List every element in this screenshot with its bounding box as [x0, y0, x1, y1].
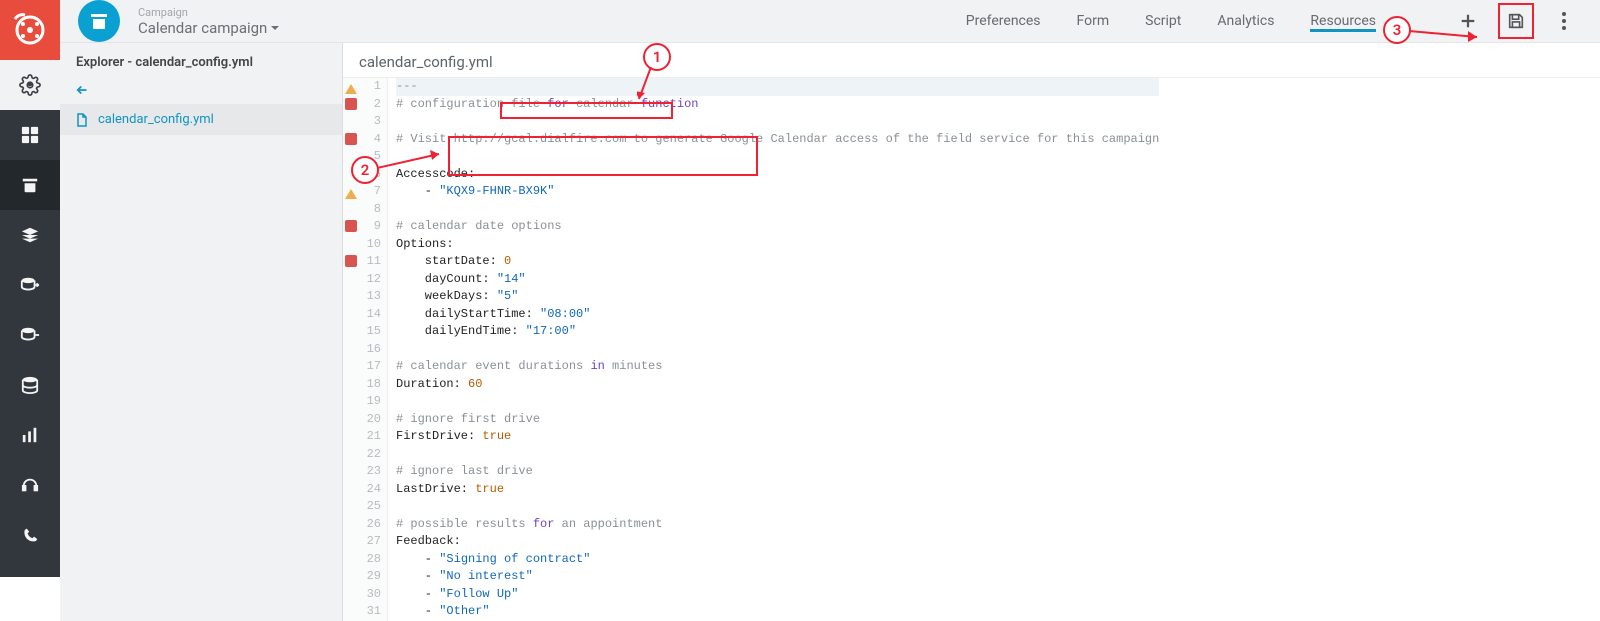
- save-button[interactable]: [1502, 7, 1530, 35]
- rail-campaign-icon[interactable]: [0, 160, 60, 210]
- campaign-label: Campaign: [138, 6, 279, 19]
- rail-dashboard-icon[interactable]: [0, 110, 60, 160]
- explorer-title: Explorer - calendar_config.yml: [60, 43, 342, 76]
- rail-db-plus-icon[interactable]: [0, 260, 60, 310]
- explorer-back[interactable]: [60, 76, 342, 104]
- topbar: Campaign Calendar campaign PreferencesFo…: [60, 0, 1600, 43]
- explorer-file-name: calendar_config.yml: [98, 112, 214, 127]
- file-icon: [76, 113, 90, 127]
- app-logo[interactable]: [0, 0, 60, 60]
- rail-settings-icon[interactable]: [0, 60, 60, 110]
- tab-form[interactable]: Form: [1059, 0, 1128, 42]
- annotation-box-accesscode: [448, 136, 758, 176]
- campaign-selector[interactable]: Calendar campaign: [138, 19, 279, 37]
- annotation-2: 2: [351, 156, 379, 184]
- code-editor: calendar_config.yml 12345678910111213141…: [343, 43, 1600, 621]
- rail-db-minus-icon[interactable]: [0, 310, 60, 360]
- explorer-file[interactable]: calendar_config.yml: [60, 104, 342, 135]
- campaign-badge[interactable]: [78, 0, 120, 42]
- rail-phone-icon[interactable]: [0, 510, 60, 560]
- tab-script[interactable]: Script: [1127, 0, 1199, 42]
- tab-analytics[interactable]: Analytics: [1199, 0, 1292, 42]
- more-menu[interactable]: [1550, 7, 1578, 35]
- annotation-3: 3: [1383, 16, 1411, 44]
- rail-headset-icon[interactable]: [0, 460, 60, 510]
- explorer-panel: Explorer - calendar_config.yml calendar_…: [60, 43, 343, 621]
- annotation-1: 1: [643, 43, 671, 71]
- editor-title: calendar_config.yml: [343, 43, 1600, 78]
- rail-layers-icon[interactable]: [0, 210, 60, 260]
- rail-database-icon[interactable]: [0, 360, 60, 410]
- back-arrow-icon: [76, 84, 90, 96]
- tab-resources[interactable]: Resources: [1292, 0, 1394, 42]
- tab-preferences[interactable]: Preferences: [948, 0, 1059, 42]
- rail-chart-icon[interactable]: [0, 410, 60, 460]
- side-rail: [0, 0, 60, 577]
